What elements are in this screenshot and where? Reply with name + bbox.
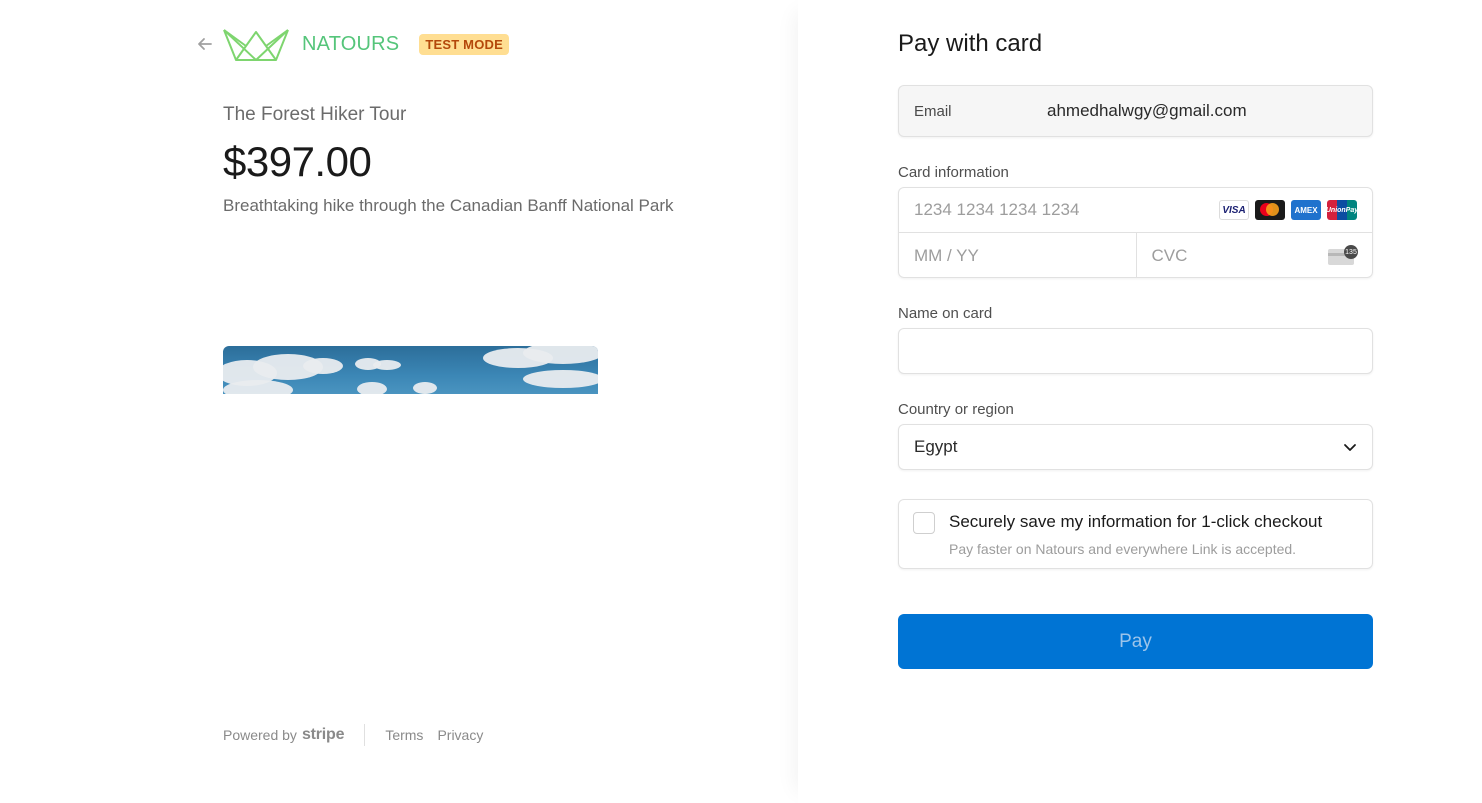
card-information-label: Card information [898,164,1009,181]
footer: Powered by stripe Terms Privacy [223,724,497,746]
amex-icon: AMEX [1291,200,1321,220]
stripe-logo: stripe [301,726,345,743]
product-price: $397.00 [223,138,372,185]
product-name: The Forest Hiker Tour [223,104,407,125]
country-select[interactable]: Egypt [898,424,1373,470]
email-value: ahmedhalwgy@gmail.com [1047,101,1247,120]
order-summary-panel: NATOURS TEST MODE The Forest Hiker Tour … [0,0,798,803]
card-number-placeholder: 1234 1234 1234 1234 [914,200,1080,219]
cvc-badge: 135 [1344,245,1358,259]
natours-logo-icon [223,29,289,61]
powered-by-label: Powered by [223,727,297,743]
name-on-card-label: Name on card [898,305,993,322]
cvc-card-icon: 135 [1328,245,1358,265]
expiry-placeholder: MM / YY [914,246,979,265]
save-info-option[interactable]: Securely save my information for 1-click… [898,499,1373,569]
email-label: Email [914,102,952,120]
mastercard-icon [1255,200,1285,220]
pay-button[interactable]: Pay [898,614,1373,669]
product-description: Breathtaking hike through the Canadian B… [223,196,674,215]
cvc-placeholder: CVC [1151,246,1188,265]
natours-logo[interactable]: NATOURS [222,26,399,62]
card-brands: VISA AMEX UnionPay [1219,200,1358,220]
terms-link[interactable]: Terms [385,727,423,743]
country-value: Egypt [914,437,958,456]
test-mode-badge: TEST MODE [419,33,509,55]
powered-by-stripe[interactable]: Powered by stripe [223,726,345,744]
brand-name: NATOURS [302,32,400,55]
chevron-down-icon [1344,444,1356,451]
card-number-input[interactable]: 1234 1234 1234 1234 VISA AMEX UnionPay [899,188,1372,233]
payment-title: Pay with card [898,30,1043,57]
cvc-input[interactable]: CVC 135 [1135,233,1373,277]
header: NATOURS TEST MODE [196,26,509,62]
card-information-group: 1234 1234 1234 1234 VISA AMEX UnionPay M… [898,187,1373,278]
country-label: Country or region [898,401,1014,418]
save-info-title: Securely save my information for 1-click… [949,512,1323,531]
visa-icon: VISA [1219,200,1249,220]
arrow-left-icon[interactable] [196,35,214,53]
save-info-subtitle: Pay faster on Natours and everywhere Lin… [949,541,1297,557]
save-info-checkbox[interactable] [913,512,935,534]
unionpay-icon: UnionPay [1326,200,1358,220]
name-on-card-input[interactable] [898,328,1373,374]
email-field[interactable]: Email ahmedhalwgy@gmail.com [898,85,1373,137]
tour-image [223,346,598,394]
footer-divider [364,724,366,746]
payment-panel: Pay with card Email ahmedhalwgy@gmail.co… [798,0,1482,803]
privacy-link[interactable]: Privacy [437,727,483,743]
expiry-input[interactable]: MM / YY [899,233,1136,277]
